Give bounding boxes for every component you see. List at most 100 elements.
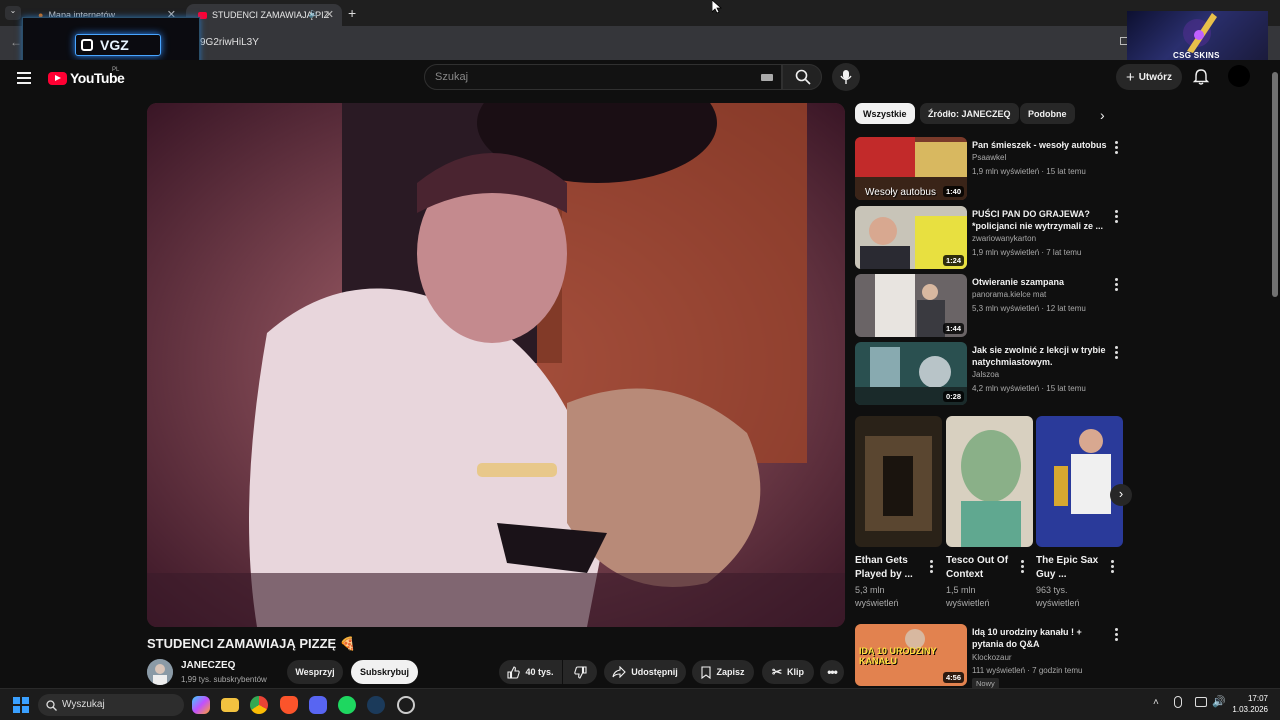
more-actions-button[interactable]: ••• — [820, 660, 844, 684]
video-thumbnail[interactable]: Wesoły autobus 1:40 — [855, 137, 967, 200]
chip-label: Podobne — [1028, 108, 1067, 119]
youtube-logo[interactable]: YouTube PL — [48, 67, 125, 86]
support-label: Wesprzyj — [295, 667, 335, 677]
like-button[interactable]: 40 tys. — [499, 660, 562, 684]
short-title: The Epic Sax Guy ... — [1036, 555, 1099, 580]
voice-search-button[interactable] — [832, 63, 860, 91]
taskbar-clock[interactable]: 17:07 1.03.2026 — [1228, 693, 1268, 715]
chrome-icon[interactable] — [250, 696, 268, 714]
video-player[interactable] — [147, 103, 845, 627]
clip-label: Klip — [787, 667, 805, 677]
network-icon[interactable] — [1195, 697, 1207, 707]
thumbs-up-icon — [507, 665, 521, 679]
play-icon — [81, 39, 93, 51]
short-title: Ethan Gets Played by ... — [855, 555, 913, 580]
tab-close-icon[interactable]: ✕ — [325, 8, 334, 21]
more-options-icon[interactable] — [1115, 141, 1119, 156]
more-horizontal-icon: ••• — [827, 665, 838, 679]
dislike-button[interactable] — [563, 660, 597, 684]
chip-from-channel[interactable]: Źródło: JANECZEQ — [920, 103, 1019, 124]
channel-avatar[interactable] — [147, 659, 173, 685]
spotify-icon[interactable] — [338, 696, 356, 714]
url-field[interactable]: 9G2riwHiL3Y — [200, 37, 259, 48]
more-options-icon[interactable] — [1021, 560, 1025, 575]
video-duration: 0:28 — [942, 391, 964, 402]
more-options-icon[interactable] — [1115, 210, 1119, 225]
video-duration: 1:24 — [942, 255, 964, 266]
chip-all[interactable]: Wszystkie — [855, 103, 915, 124]
thumbnail-image — [855, 416, 942, 547]
share-icon — [612, 666, 627, 678]
microphone-tray-icon[interactable] — [1174, 696, 1182, 708]
video-thumbnail[interactable]: 1:24 — [855, 206, 967, 269]
channel-name[interactable]: Jalszoa — [972, 370, 999, 379]
search-icon — [795, 69, 811, 85]
keyboard-icon[interactable] — [761, 74, 773, 81]
mouse-cursor — [712, 0, 722, 14]
tray-chevron-icon[interactable]: ˄ — [1153, 697, 1159, 708]
search-icon — [46, 700, 57, 711]
tab-search-button[interactable]: ⌄ — [5, 6, 21, 20]
browser-tab-active[interactable]: STUDENCI ZAMAWIAJĄ PIZ 🔈 ✕ — [186, 4, 342, 26]
recommended-video[interactable]: IDĄ 10 URODZINY KANAŁU 4:56 Idą 10 urodz… — [855, 624, 1125, 689]
video-duration: 1:44 — [942, 323, 964, 334]
more-options-icon[interactable] — [1115, 278, 1119, 293]
notifications-bell-icon[interactable] — [1192, 68, 1210, 86]
recommended-video[interactable]: 1:44 Otwieranie szampana panorama.kielce… — [855, 274, 1125, 338]
copilot-icon[interactable] — [192, 696, 210, 714]
channel-name[interactable]: Klockozaur — [972, 653, 1012, 662]
new-tab-button[interactable]: + — [348, 5, 356, 21]
more-options-icon[interactable] — [1115, 346, 1119, 361]
steam-icon[interactable] — [367, 696, 385, 714]
subscribe-button[interactable]: Subskrybuj — [351, 660, 418, 684]
share-button[interactable]: Udostępnij — [604, 660, 686, 684]
create-button[interactable]: + Utwórz — [1116, 64, 1182, 90]
volume-icon[interactable]: 🔊 — [1212, 695, 1226, 708]
subscribe-label: Subskrybuj — [359, 667, 409, 677]
search-button[interactable] — [782, 64, 822, 90]
save-button[interactable]: Zapisz — [692, 660, 754, 684]
scrollbar-thumb[interactable] — [1272, 72, 1278, 297]
short-thumbnail[interactable] — [1036, 416, 1123, 547]
video-thumbnail[interactable]: 1:44 — [855, 274, 967, 337]
short-video[interactable]: Ethan Gets Played by ... 5,3 mln wyświet… — [855, 416, 942, 610]
speaker-icon[interactable]: 🔈 — [309, 8, 320, 19]
channel-name[interactable]: JANECZEQ — [181, 660, 235, 671]
like-count: 40 tys. — [525, 667, 554, 677]
recommended-video[interactable]: Wesoły autobus 1:40 Pan śmieszek - wesoł… — [855, 137, 1125, 201]
support-button[interactable]: Wesprzyj — [287, 660, 343, 684]
video-thumbnail[interactable]: 0:28 — [855, 342, 967, 405]
file-explorer-icon[interactable] — [221, 698, 239, 712]
shorts-next-button[interactable]: › — [1110, 484, 1132, 506]
menu-icon[interactable] — [17, 72, 31, 87]
brave-icon[interactable] — [280, 696, 298, 714]
search-input[interactable]: Szukaj — [424, 64, 782, 90]
chip-related[interactable]: Podobne — [1020, 103, 1075, 124]
video-title: Otwieranie szampana — [972, 277, 1065, 287]
account-avatar[interactable] — [1228, 65, 1250, 87]
page-scrollbar[interactable] — [1270, 60, 1280, 688]
video-title: STUDENCI ZAMAWIAJĄ PIZZĘ 🍕 — [147, 636, 357, 651]
recommended-video[interactable]: 0:28 Jak sie zwolnić z lekcji w trybie n… — [855, 342, 1125, 406]
discord-icon[interactable] — [309, 696, 327, 714]
share-label: Udostępnij — [631, 667, 678, 677]
short-video[interactable]: Tesco Out Of Context 1,5 mln wyświetleń — [946, 416, 1033, 610]
back-arrow-icon[interactable]: ← — [10, 35, 22, 49]
more-options-icon[interactable] — [930, 560, 934, 575]
short-video[interactable]: The Epic Sax Guy ... 963 tys. wyświetleń — [1036, 416, 1123, 610]
recommended-video[interactable]: 1:24 PUŚCI PAN DO GRAJEWA? *policjanci n… — [855, 206, 1125, 270]
more-options-icon[interactable] — [1115, 628, 1119, 643]
clip-button[interactable]: ✂ Klip — [762, 660, 814, 684]
channel-name[interactable]: zwariowanykarton — [972, 234, 1036, 243]
video-meta: 1,9 mln wyświetleń · 7 lat temu — [972, 248, 1082, 257]
short-thumbnail[interactable] — [855, 416, 942, 547]
app-icon[interactable] — [397, 696, 415, 714]
chips-next-icon[interactable]: › — [1100, 107, 1105, 123]
channel-name[interactable]: panorama.kielce mat — [972, 290, 1046, 299]
more-options-icon[interactable] — [1111, 560, 1115, 575]
short-thumbnail[interactable] — [946, 416, 1033, 547]
channel-name[interactable]: Psaawkel — [972, 153, 1006, 162]
taskbar-search-input[interactable]: Wyszukaj — [38, 694, 184, 716]
windows-start-icon[interactable] — [13, 697, 29, 713]
video-thumbnail[interactable]: IDĄ 10 URODZINY KANAŁU 4:56 — [855, 624, 967, 686]
